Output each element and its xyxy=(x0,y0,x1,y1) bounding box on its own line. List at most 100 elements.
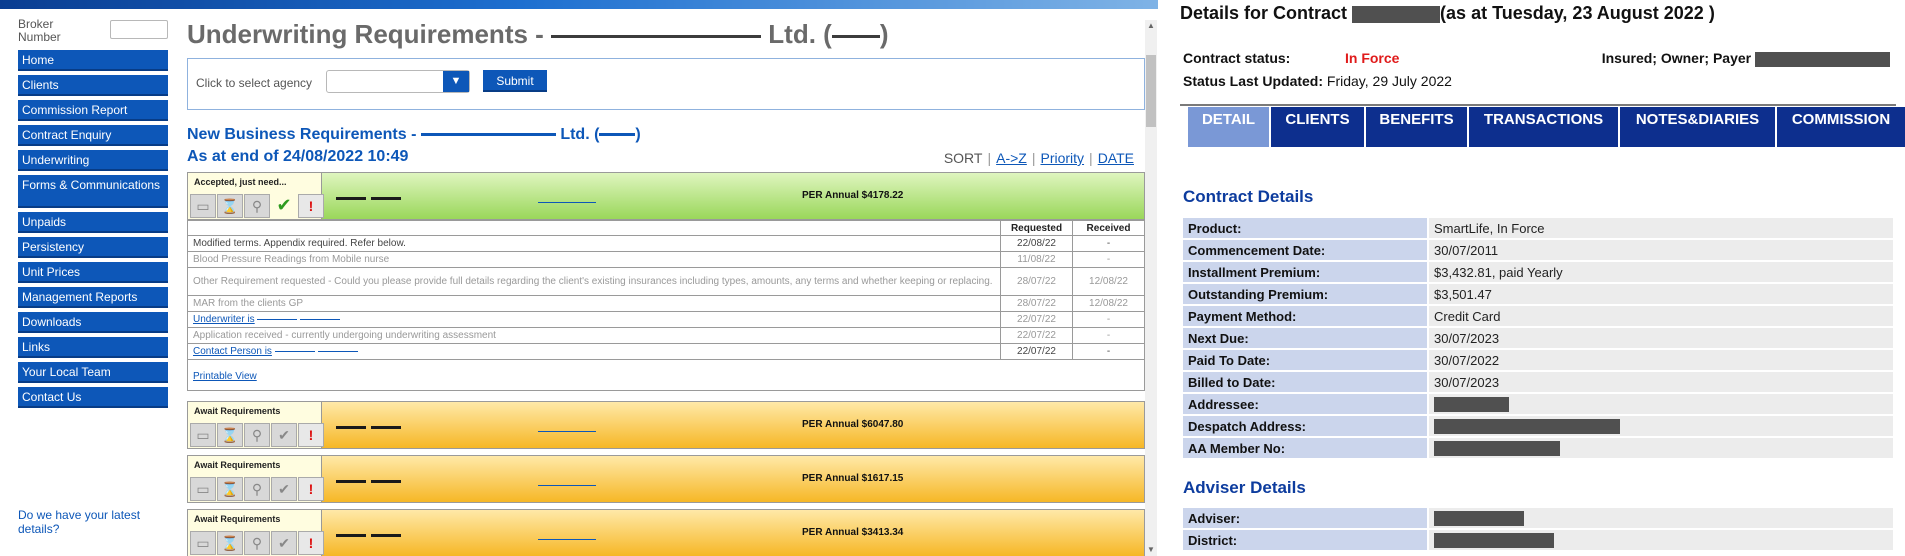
table-row: Next Due: 30/07/2023 xyxy=(1183,328,1893,348)
requested-date: 11/08/22 xyxy=(1000,251,1073,268)
nav-clients[interactable]: Clients xyxy=(18,75,168,96)
hourglass-icon: ⌛ xyxy=(217,423,243,447)
nav-persistency[interactable]: Persistency xyxy=(18,237,168,258)
nav-downloads[interactable]: Downloads xyxy=(18,312,168,333)
table-row: Paid To Date: 30/07/2022 xyxy=(1183,350,1893,370)
nav-unpaids[interactable]: Unpaids xyxy=(18,212,168,233)
magnifier-icon: ⚲ xyxy=(244,477,270,501)
tab-benefits[interactable]: BENEFITS xyxy=(1366,107,1467,147)
nav-management-reports[interactable]: Management Reports xyxy=(18,287,168,308)
nbr-suffix: Ltd. ( xyxy=(560,126,600,143)
adviser-details-table: Adviser: District: xyxy=(1183,506,1893,552)
requirement-cell: Underwriter is xyxy=(187,311,1001,328)
detail-label: Paid To Date: xyxy=(1183,350,1427,370)
redacted-member-no xyxy=(1434,441,1560,457)
document-icon: ▭ xyxy=(190,477,216,501)
detail-value xyxy=(1427,438,1893,458)
redacted-company xyxy=(551,34,762,38)
requirement-card[interactable]: Await Requirements ▭ ⌛ ⚲ ✔ ! PER Annual … xyxy=(187,455,1145,503)
table-row: Application received - currently undergo… xyxy=(187,327,1145,344)
underwriter-link[interactable]: Underwriter is xyxy=(193,314,255,325)
divider xyxy=(1180,104,1896,106)
tab-transactions[interactable]: TRANSACTIONS xyxy=(1469,107,1618,147)
hourglass-icon: ⌛ xyxy=(217,531,243,555)
document-icon: ▭ xyxy=(190,423,216,447)
annual-premium: PER Annual $1617.15 xyxy=(802,473,904,484)
nav-unit-prices[interactable]: Unit Prices xyxy=(18,262,168,283)
redacted-name xyxy=(317,350,358,352)
printable-view-link[interactable]: Printable View xyxy=(193,371,257,382)
broker-number-label: Broker Number xyxy=(18,17,61,44)
sort-priority-link[interactable]: Priority xyxy=(1040,150,1084,166)
contact-person-link[interactable]: Contact Person is xyxy=(193,346,272,357)
table-row: Contact Person is 22/07/22 - xyxy=(187,343,1145,360)
table-header-requested: Requested xyxy=(1000,220,1073,236)
requirement-card[interactable]: Accepted, just need... ▭ ⌛ ⚲ ✔ ! PER Ann… xyxy=(187,172,1145,220)
detail-value xyxy=(1427,416,1893,436)
sort-date-link[interactable]: DATE xyxy=(1098,150,1134,166)
chevron-down-icon[interactable]: ▼ xyxy=(443,71,469,92)
sort-az-link[interactable]: A->Z xyxy=(996,150,1027,166)
redacted-name xyxy=(336,534,366,537)
redacted-name xyxy=(257,318,298,320)
client-link[interactable] xyxy=(538,202,596,203)
submit-button[interactable]: Submit xyxy=(483,70,547,92)
page-title-close: ) xyxy=(879,19,889,49)
received-date: 12/08/22 xyxy=(1072,267,1145,296)
table-row: Commencement Date: 30/07/2011 xyxy=(1183,240,1893,260)
redacted-client-name xyxy=(1755,51,1890,67)
table-header-description xyxy=(187,220,1001,236)
sort-controls: SORT | A->Z | Priority | DATE xyxy=(943,150,1134,166)
requested-date: 22/07/22 xyxy=(1000,327,1073,344)
client-link[interactable] xyxy=(538,485,596,486)
nav-underwriting[interactable]: Underwriting xyxy=(18,150,168,171)
broker-number-input[interactable] xyxy=(110,20,168,39)
scrollbar-thumb[interactable] xyxy=(1146,55,1156,127)
contract-title-suffix: (as at Tuesday, 23 August 2022 ) xyxy=(1440,3,1715,23)
nav-commission-report[interactable]: Commission Report xyxy=(18,100,168,121)
nav-your-local-team[interactable]: Your Local Team xyxy=(18,362,168,383)
requirement-card[interactable]: Await Requirements ▭ ⌛ ⚲ ✔ ! PER Annual … xyxy=(187,401,1145,449)
status-text: Accepted, just need... xyxy=(194,177,287,187)
table-row: Despatch Address: xyxy=(1183,416,1893,436)
table-row: District: xyxy=(1183,530,1893,550)
vertical-scrollbar[interactable]: ▲ ▼ xyxy=(1145,20,1157,556)
contract-status-block: Contract status: In Force Insured; Owner… xyxy=(1183,50,1898,96)
scroll-down-icon[interactable]: ▼ xyxy=(1145,544,1157,556)
client-link[interactable] xyxy=(538,539,596,540)
check-icon: ✔ xyxy=(271,477,297,501)
sidebar: Broker Number Home Clients Commission Re… xyxy=(18,18,168,408)
redacted-name xyxy=(371,426,401,429)
main-content: Underwriting Requirements - Ltd. () Clic… xyxy=(187,14,1145,556)
table-row: MAR from the clients GP 28/07/22 12/08/2… xyxy=(187,295,1145,312)
tab-commission[interactable]: COMMISSION xyxy=(1777,107,1905,147)
nav-contact-us[interactable]: Contact Us xyxy=(18,387,168,408)
scroll-up-icon[interactable]: ▲ xyxy=(1145,20,1157,32)
nav-links[interactable]: Links xyxy=(18,337,168,358)
detail-value: 30/07/2023 xyxy=(1427,328,1893,348)
tab-clients[interactable]: CLIENTS xyxy=(1271,107,1364,147)
requirement-card[interactable]: Await Requirements ▭ ⌛ ⚲ ✔ ! PER Annual … xyxy=(187,509,1145,556)
latest-details-link[interactable]: Do we have your latest details? xyxy=(18,508,168,536)
agency-select[interactable]: ▼ xyxy=(326,70,470,93)
nav-home[interactable]: Home xyxy=(18,50,168,71)
tab-notes-diaries[interactable]: NOTES&DIARIES xyxy=(1620,107,1775,147)
detail-label: Commencement Date: xyxy=(1183,240,1427,260)
detail-value: $3,501.47 xyxy=(1427,284,1893,304)
contract-tabs: DETAIL CLIENTS BENEFITS TRANSACTIONS NOT… xyxy=(1188,107,1905,147)
as-at-row: As at end of 24/08/2022 10:49 SORT | A->Z |… xyxy=(187,146,1145,172)
tab-detail[interactable]: DETAIL xyxy=(1188,107,1269,147)
requirement-text: MAR from the clients GP xyxy=(187,295,1001,312)
detail-value: 30/07/2023 xyxy=(1427,372,1893,392)
client-link[interactable] xyxy=(538,431,596,432)
contract-details-heading: Contract Details xyxy=(1183,187,1314,206)
requested-date: 22/07/22 xyxy=(1000,343,1073,360)
contract-status-label: Contract status: xyxy=(1183,50,1291,66)
received-date: - xyxy=(1072,311,1145,328)
broker-number-group: Broker Number xyxy=(18,18,168,46)
nav-contract-enquiry[interactable]: Contract Enquiry xyxy=(18,125,168,146)
magnifier-icon: ⚲ xyxy=(244,194,270,218)
nav-forms-communications[interactable]: Forms & Communications xyxy=(18,175,168,208)
detail-value xyxy=(1427,508,1893,528)
table-row: Other Requirement requested - Could you … xyxy=(187,267,1145,296)
